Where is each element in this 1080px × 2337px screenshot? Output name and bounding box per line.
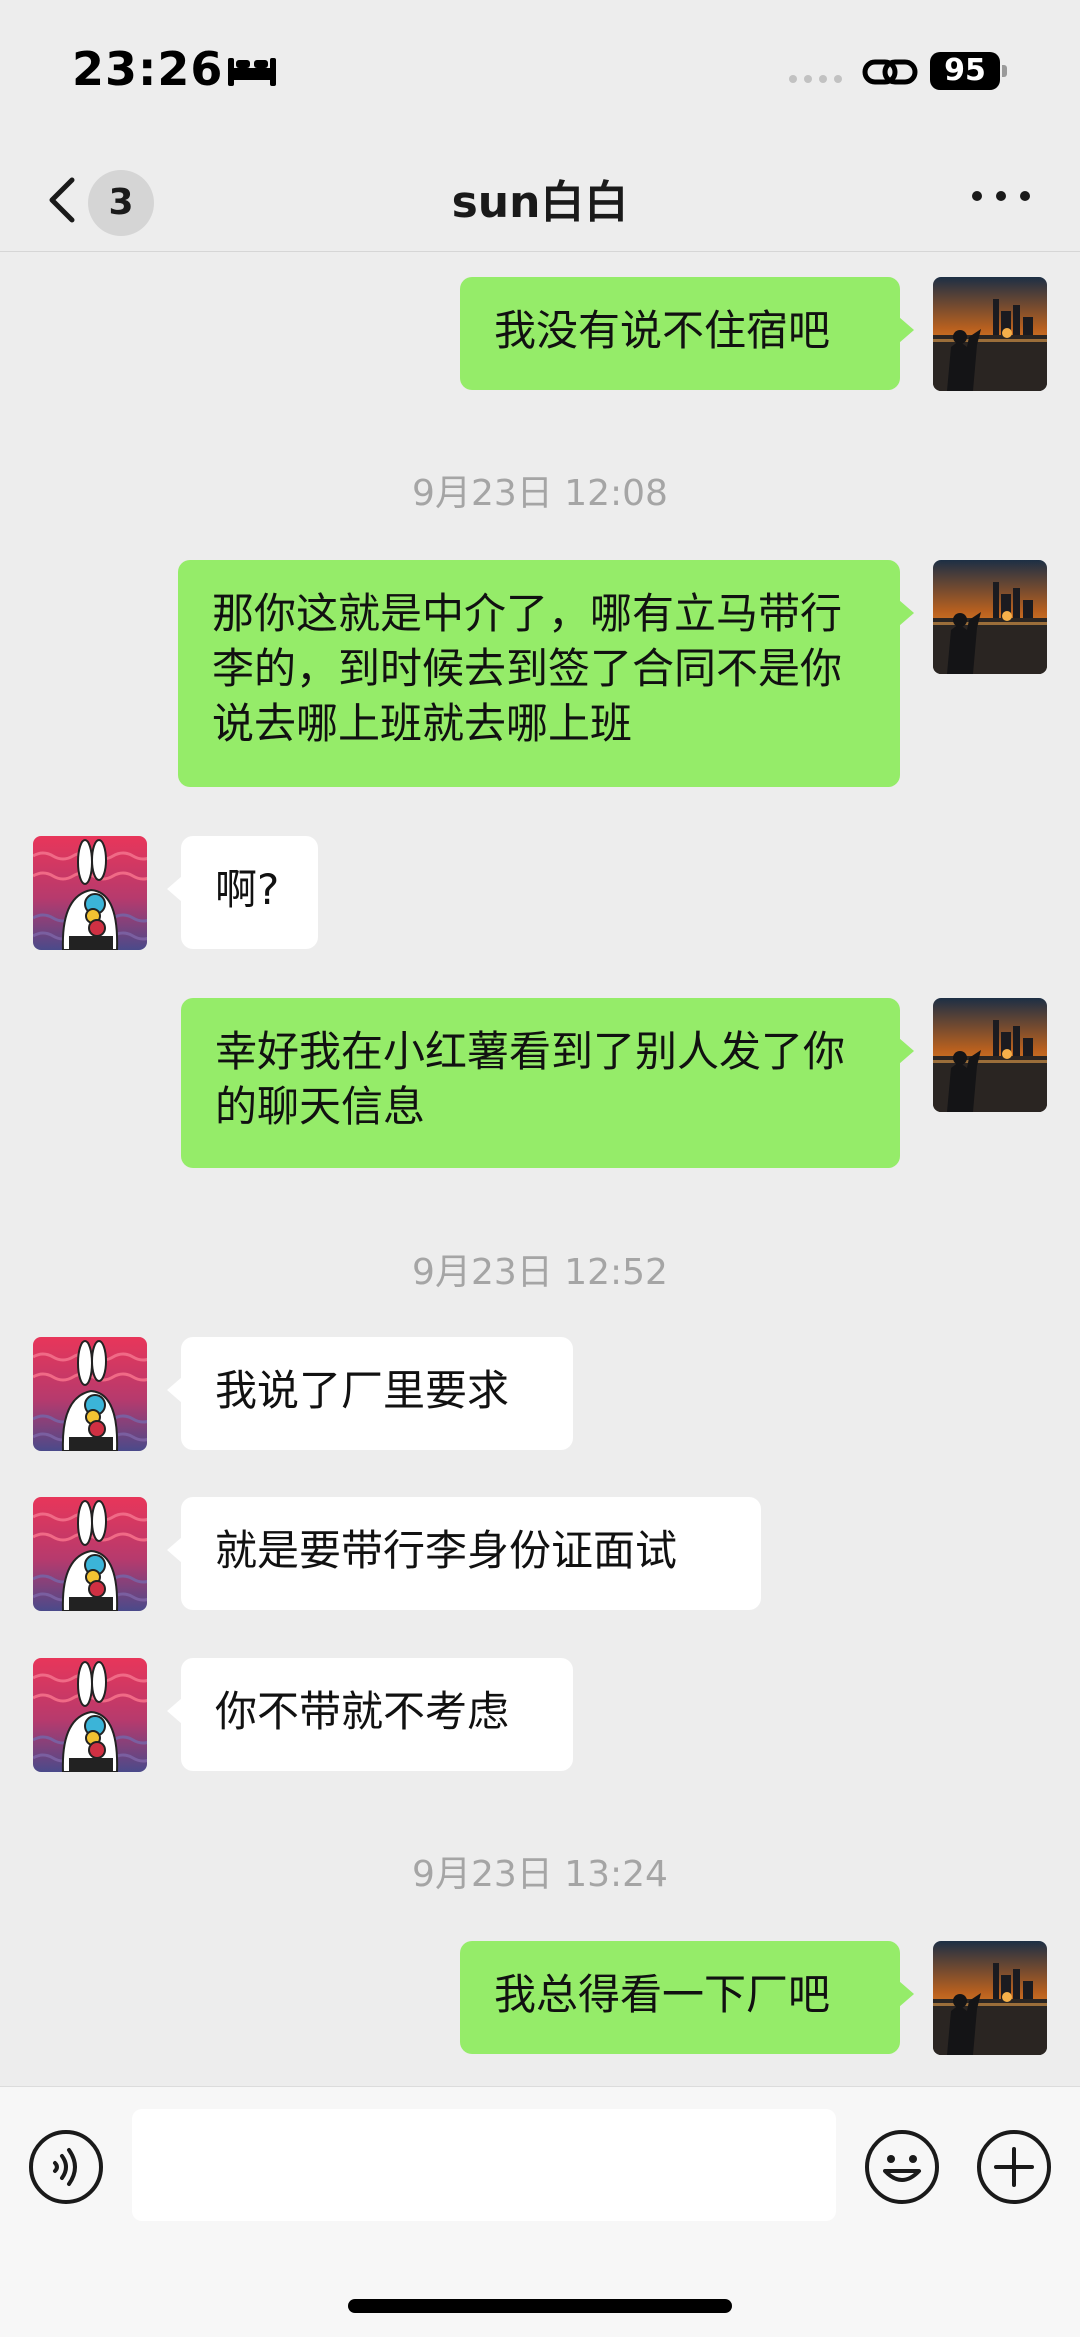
more-dots-icon [996, 191, 1006, 201]
chat-screen: 23:26 95 3 sun白白 我没有说不住宿吧 9月23日 12:08 那你… [0, 0, 1080, 2337]
home-indicator[interactable] [348, 2299, 732, 2313]
battery-icon: 95 [930, 52, 1008, 90]
my-avatar[interactable] [933, 277, 1047, 391]
received-message-bubble[interactable]: 我说了厂里要求 [167, 1337, 573, 1450]
message-text: 你不带就不考虑 [215, 1687, 510, 1736]
status-bar: 23:26 95 [0, 0, 1080, 140]
more-dots-icon [1020, 191, 1030, 201]
bunny-avatar-image [33, 1497, 147, 1611]
input-bar [0, 2086, 1080, 2337]
chevron-left-icon [49, 177, 75, 223]
unread-count-badge: 3 [88, 170, 154, 236]
contact-avatar[interactable] [33, 1337, 147, 1451]
voice-icon[interactable] [28, 2129, 104, 2205]
link-icon [862, 59, 918, 85]
signal-dots-icon [789, 75, 842, 83]
timestamp: 9月23日 13:24 [412, 1854, 668, 1895]
sent-message-bubble[interactable]: 我没有说不住宿吧 [460, 277, 914, 390]
my-avatar[interactable] [933, 998, 1047, 1112]
sunset-avatar-image [933, 998, 1047, 1112]
sunset-avatar-image [933, 560, 1047, 674]
sunset-avatar-image [933, 277, 1047, 391]
sunset-avatar-image [933, 1941, 1047, 2055]
bunny-avatar-image [33, 1658, 147, 1772]
timestamp: 9月23日 12:52 [412, 1252, 668, 1293]
message-text: 我没有说不住宿吧 [494, 306, 831, 355]
contact-avatar[interactable] [33, 1658, 147, 1772]
status-time: 23:26 [72, 42, 224, 96]
my-avatar[interactable] [933, 560, 1047, 674]
message-text: 啊? [215, 865, 280, 914]
sleep-bed-icon [228, 58, 276, 86]
sent-message-bubble[interactable]: 那你这就是中介了，哪有立马带行李的，到时候去到签了合同不是你说去哪上班就去哪上班 [178, 560, 914, 787]
received-message-bubble[interactable]: 就是要带行李身份证面试 [167, 1497, 761, 1610]
timestamp: 9月23日 12:08 [412, 473, 668, 514]
battery-cap [1002, 65, 1007, 77]
more-options-button[interactable] [966, 174, 1036, 218]
contact-avatar[interactable] [33, 836, 147, 950]
bunny-avatar-image [33, 836, 147, 950]
message-text: 我总得看一下厂吧 [494, 1970, 831, 2019]
received-message-bubble[interactable]: 啊? [167, 836, 318, 949]
my-avatar[interactable] [933, 1941, 1047, 2055]
plus-icon[interactable] [976, 2129, 1052, 2205]
emoji-icon[interactable] [864, 2129, 940, 2205]
bunny-avatar-image [33, 1337, 147, 1451]
message-text: 就是要带行李身份证面试 [215, 1526, 678, 1575]
nav-bar: 3 sun白白 [0, 140, 1080, 252]
sent-message-bubble[interactable]: 我总得看一下厂吧 [460, 1941, 914, 2054]
contact-avatar[interactable] [33, 1497, 147, 1611]
more-dots-icon [972, 191, 982, 201]
sent-message-bubble[interactable]: 幸好我在小红薯看到了别人发了你的聊天信息 [181, 998, 914, 1168]
message-text: 我说了厂里要求 [215, 1366, 510, 1415]
back-button[interactable]: 3 [32, 154, 162, 240]
message-text: 那你这就是中介了，哪有立马带行李的，到时候去到签了合同不是你说去哪上班就去哪上班 [212, 589, 843, 748]
chat-title: sun白白 [451, 177, 629, 228]
received-message-bubble[interactable]: 你不带就不考虑 [167, 1658, 573, 1771]
message-text: 幸好我在小红薯看到了别人发了你的聊天信息 [215, 1027, 846, 1131]
battery-level: 95 [944, 53, 986, 88]
message-input[interactable] [132, 2109, 836, 2221]
